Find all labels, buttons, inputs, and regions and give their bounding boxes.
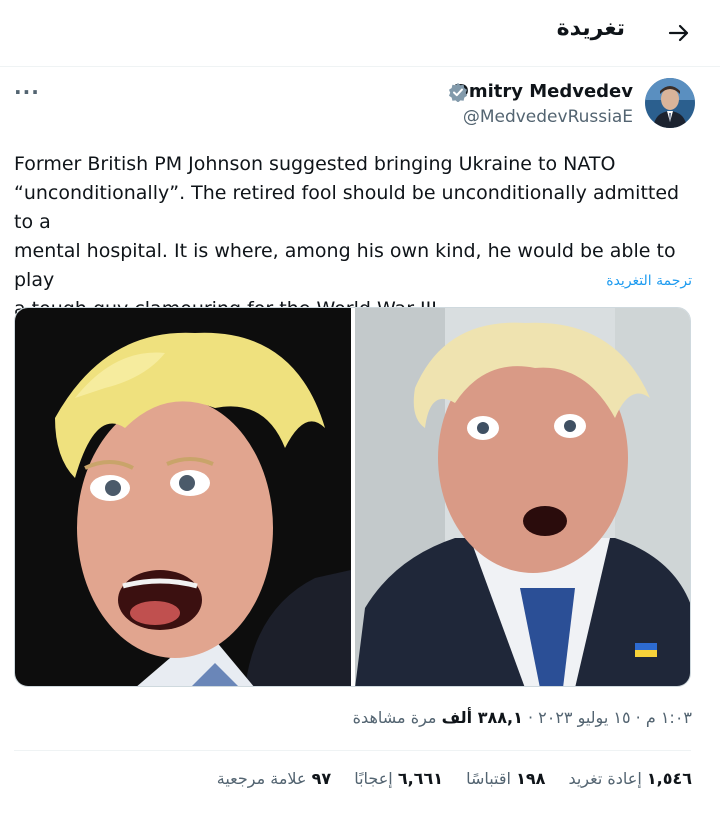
retweets-label: إعادة تغريد	[568, 769, 642, 788]
top-bar: تغريدة	[0, 0, 720, 66]
avatar[interactable]	[645, 78, 695, 128]
views-label: مرة مشاهدة	[352, 708, 437, 727]
quotes-label: اقتباسًا	[466, 769, 511, 788]
likes-count: ٦,٦٦١	[397, 769, 443, 788]
author-name[interactable]: Dmitry Medvedev	[454, 81, 633, 102]
tweet-time[interactable]: ١:٠٣ م	[646, 708, 692, 727]
author-handle[interactable]: @MedvedevRussiaE	[463, 107, 633, 127]
verified-badge-icon	[448, 82, 468, 103]
divider	[14, 750, 691, 751]
separator: ·	[527, 708, 534, 727]
separator: ·	[635, 708, 641, 727]
divider	[0, 66, 720, 67]
bookmarks-label: علامة مرجعية	[216, 769, 307, 788]
tweet-text: Former British PM Johnson suggested brin…	[14, 150, 704, 324]
tweet-date[interactable]: ١٥ يوليو ٢٠٢٣	[538, 708, 630, 727]
tweet-stats: ١,٥٤٦ إعادة تغريد ١٩٨ اقتباسًا ٦,٦٦١ إعج…	[199, 769, 692, 788]
retweets-stat[interactable]: ١,٥٤٦ إعادة تغريد	[563, 769, 692, 788]
more-options-button[interactable]: ···	[14, 80, 40, 104]
retweets-count: ١,٥٤٦	[646, 769, 692, 788]
back-button[interactable]	[664, 18, 694, 48]
translate-tweet-link[interactable]: ترجمة التغريدة	[606, 273, 692, 289]
photo-left[interactable]	[15, 308, 351, 687]
page-title: تغريدة	[556, 16, 625, 41]
tweet-text-line: “unconditionally”. The retired fool shou…	[14, 182, 680, 233]
likes-stat[interactable]: ٦,٦٦١ إعجابًا	[349, 769, 443, 788]
tweet-media[interactable]	[14, 307, 691, 687]
tweet-meta: ١:٠٣ م · ١٥ يوليو ٢٠٢٣ · ٣٨٨,١ ألف مرة م…	[353, 708, 692, 727]
photo-right[interactable]	[355, 308, 691, 687]
tweet-text-line: Former British PM Johnson suggested brin…	[14, 153, 616, 175]
views-count: ٣٨٨,١ ألف	[441, 708, 523, 727]
avatar-image	[645, 78, 695, 128]
quotes-stat[interactable]: ١٩٨ اقتباسًا	[461, 769, 545, 788]
arrow-right-icon	[668, 24, 689, 42]
likes-label: إعجابًا	[354, 769, 393, 788]
tweet-text-line: mental hospital. It is where, among his …	[14, 240, 676, 291]
quotes-count: ١٩٨	[516, 769, 546, 788]
bookmarks-count: ٩٧	[311, 769, 332, 788]
bookmarks-stat[interactable]: ٩٧ علامة مرجعية	[217, 769, 331, 788]
